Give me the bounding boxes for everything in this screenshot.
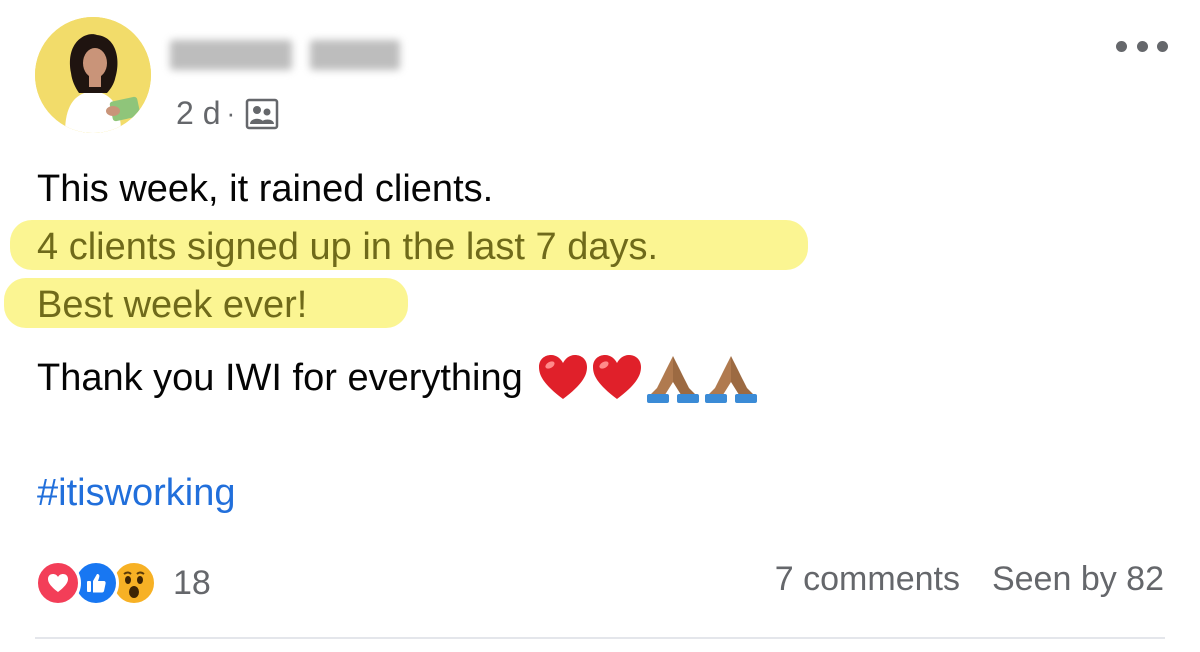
reaction-count: 18 (173, 563, 211, 602)
author-name[interactable] (168, 36, 400, 78)
red-heart-icon (592, 355, 641, 399)
love-reaction-icon (35, 560, 81, 606)
footer-divider (35, 637, 1165, 639)
folded-hands-icon (646, 356, 699, 403)
more-options-button[interactable] (1116, 32, 1168, 60)
hashtag-link[interactable]: #itisworking (37, 470, 236, 516)
post-meta: 2 d · (176, 95, 279, 132)
more-dot (1136, 40, 1148, 52)
post-text-line: Thank you IWI for everything (37, 352, 759, 404)
red-heart-icon (538, 355, 587, 399)
comments-count-link[interactable]: 7 comments (775, 560, 960, 599)
folded-hands-icon (704, 356, 757, 403)
meta-separator: · (226, 98, 236, 128)
post-text-line-highlighted: 4 clients signed up in the last 7 days. (37, 226, 659, 268)
emoji-group (537, 352, 759, 404)
post-text-line: This week, it rained clients. (37, 168, 494, 210)
post-stats: 7 comments Seen by 82 (775, 560, 1164, 599)
more-dot (1157, 40, 1168, 52)
group-icon[interactable] (245, 98, 279, 130)
post-text: Thank you IWI for everything (37, 357, 523, 399)
post-timestamp[interactable]: 2 d (176, 95, 220, 132)
author-avatar[interactable] (35, 17, 151, 133)
more-dot (1116, 40, 1127, 52)
reaction-summary[interactable]: 18 (35, 560, 211, 606)
seen-by-link[interactable]: Seen by 82 (992, 560, 1164, 599)
post-text-line-highlighted: Best week ever! (37, 284, 308, 326)
